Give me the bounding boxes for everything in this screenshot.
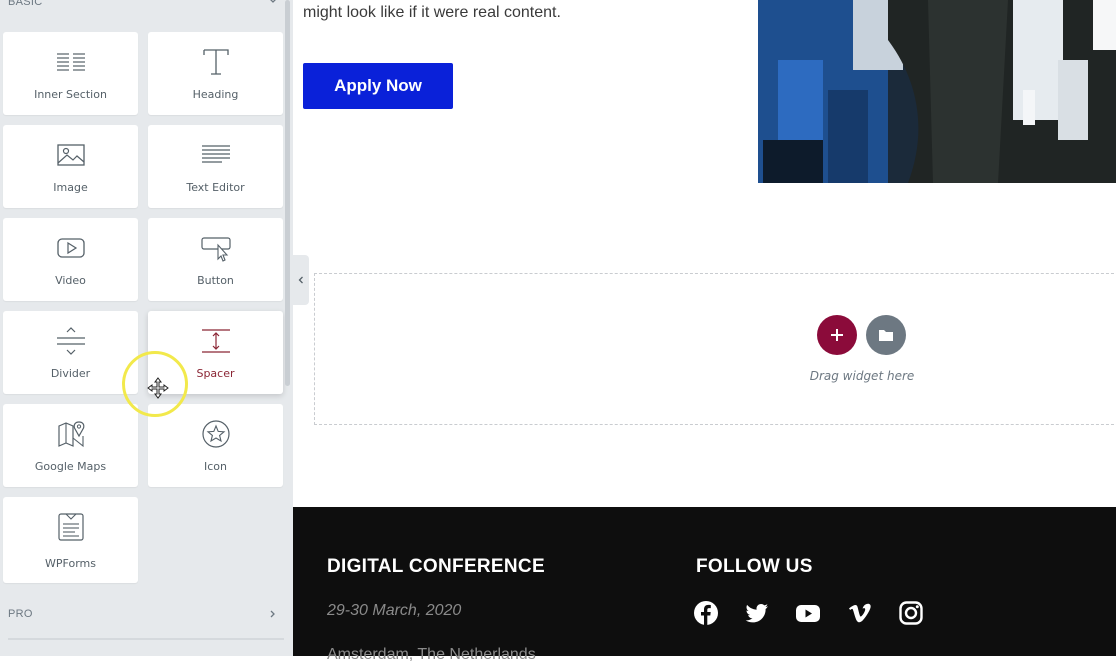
plus-icon (831, 329, 843, 341)
youtube-icon[interactable] (795, 600, 821, 626)
widget-divider[interactable]: Divider (3, 311, 138, 394)
site-footer: DIGITAL CONFERENCE 29-30 March, 2020 Ams… (293, 507, 1116, 663)
folder-icon (879, 330, 893, 341)
widget-wpforms[interactable]: WPForms (3, 497, 138, 583)
instagram-icon[interactable] (898, 600, 924, 626)
vimeo-icon[interactable] (847, 600, 873, 626)
drag-widget-hint: Drag widget here (809, 369, 915, 383)
widget-icon[interactable]: Icon (148, 404, 283, 487)
widget-panel: BASIC Inner Section Heading Image Text E… (0, 0, 293, 656)
conference-location: Amsterdam, The Netherlands (327, 646, 536, 663)
widget-video[interactable]: Video (3, 218, 138, 301)
chevron-down-icon[interactable] (269, 0, 277, 5)
widget-label: WPForms (45, 557, 96, 570)
twitter-icon[interactable] (744, 600, 770, 626)
conference-title: DIGITAL CONFERENCE (327, 556, 545, 577)
widget-google-maps[interactable]: Google Maps (3, 404, 138, 487)
add-template-button[interactable] (866, 315, 906, 355)
pro-section-label[interactable]: PRO (8, 608, 33, 620)
text-editor-icon (201, 145, 230, 163)
widget-heading[interactable]: Heading (148, 32, 283, 115)
panel-scrollbar[interactable] (285, 0, 290, 386)
widget-image[interactable]: Image (3, 125, 138, 208)
widget-label: Video (55, 274, 86, 287)
chevron-right-icon[interactable] (269, 610, 277, 618)
image-icon (56, 144, 85, 166)
widget-label: Image (53, 181, 88, 194)
empty-section-drop-zone[interactable] (314, 273, 1116, 425)
widget-text-editor[interactable]: Text Editor (148, 125, 283, 208)
star-icon (201, 420, 230, 448)
conference-date: 29-30 March, 2020 (327, 602, 462, 619)
widget-label: Inner Section (34, 88, 107, 101)
heading-icon (202, 49, 229, 75)
basic-section-label[interactable]: BASIC (8, 0, 43, 8)
spacer-icon (201, 329, 230, 353)
wpforms-icon (57, 513, 84, 541)
chevron-left-icon (298, 276, 303, 284)
widget-label: Button (197, 274, 234, 287)
inner-section-icon (56, 53, 85, 71)
apply-now-button[interactable]: Apply Now (303, 63, 453, 109)
add-section-button[interactable] (817, 315, 857, 355)
widget-label: Heading (192, 88, 239, 101)
widget-button[interactable]: Button (148, 218, 283, 301)
collapse-panel-button[interactable] (293, 255, 309, 305)
divider (8, 638, 284, 640)
button-icon (200, 237, 231, 262)
widget-inner-section[interactable]: Inner Section (3, 32, 138, 115)
follow-us-title: FOLLOW US (696, 556, 813, 577)
video-icon (56, 238, 85, 258)
widget-label: Text Editor (186, 181, 245, 194)
widget-label: Icon (204, 460, 227, 473)
divider-icon (56, 327, 85, 355)
conference-photo[interactable] (758, 0, 1116, 183)
move-cursor-icon (147, 377, 169, 399)
widget-label: Google Maps (34, 460, 107, 473)
widget-label: Divider (50, 367, 91, 380)
google-maps-icon (57, 421, 84, 448)
hero-paragraph: might look like if it were real content. (303, 4, 561, 21)
facebook-icon[interactable] (693, 600, 719, 626)
